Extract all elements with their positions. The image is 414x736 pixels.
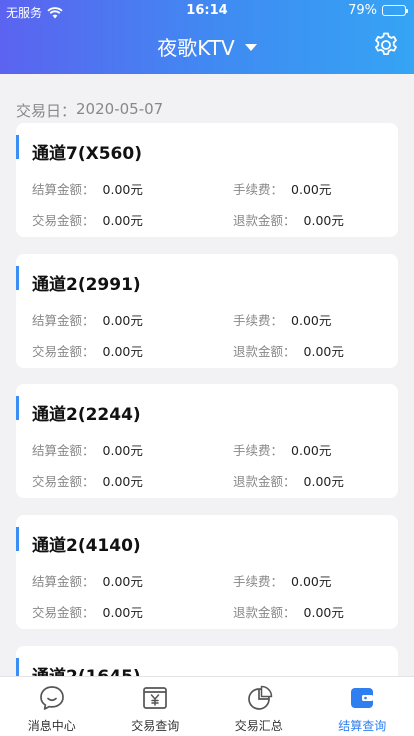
- tab-label: 结算查询: [338, 719, 387, 733]
- trade-label: 交易金额：: [32, 344, 95, 359]
- header: 无服务 16:14 79% 夜歌KTV: [0, 0, 414, 74]
- refund-amount: 0.00元: [303, 344, 344, 359]
- trade-amount: 0.00元: [102, 213, 143, 228]
- channel-title: 通道7(X560): [32, 144, 142, 164]
- tab-label: 交易查询: [131, 719, 180, 733]
- fee-label: 手续费：: [233, 574, 284, 589]
- status-bar: 无服务 16:14 79%: [0, 0, 414, 22]
- trade-date-label: 交易日：: [16, 102, 77, 120]
- settlement-list[interactable]: 交易日： 2020-05-07 通道7(X560) 结算金额： 0.00元 手续费…: [0, 74, 414, 676]
- tab-trade-query[interactable]: 交易查询: [104, 677, 208, 736]
- channel-card[interactable]: 通道2(4140) 结算金额： 0.00元 手续费： 0.00元 交易金额： 0.00…: [16, 515, 398, 629]
- battery-icon: [382, 5, 408, 16]
- card-accent-bar: [16, 396, 19, 420]
- fee-amount: 0.00元: [291, 443, 332, 458]
- chevron-down-icon: [244, 43, 257, 51]
- refund-label: 退款金额：: [233, 344, 296, 359]
- refund-label: 退款金额：: [233, 474, 296, 489]
- channel-title: 通道2(4140): [32, 536, 141, 556]
- channel-card[interactable]: 通道2(2244) 结算金额： 0.00元 手续费： 0.00元 交易金额： 0.00…: [16, 384, 398, 498]
- gear-icon[interactable]: [372, 31, 400, 59]
- fee-amount: 0.00元: [291, 313, 332, 328]
- tab-settlement-query[interactable]: 结算查询: [311, 677, 414, 736]
- refund-label: 退款金额：: [233, 213, 296, 228]
- trade-amount: 0.00元: [102, 344, 143, 359]
- settle-label: 结算金额：: [32, 574, 95, 589]
- tab-label: 交易汇总: [234, 719, 283, 733]
- fee-label: 手续费：: [233, 313, 284, 328]
- settle-label: 结算金额：: [32, 182, 95, 197]
- channel-title: 通道2(1645): [32, 662, 141, 676]
- channel-card[interactable]: 通道7(X560) 结算金额： 0.00元 手续费： 0.00元 交易金额： 0.00…: [16, 123, 398, 237]
- settle-amount: 0.00元: [102, 313, 143, 328]
- card-accent-bar: [16, 135, 19, 159]
- fee-amount: 0.00元: [291, 182, 332, 197]
- refund-amount: 0.00元: [303, 605, 344, 620]
- fee-label: 手续费：: [233, 182, 284, 197]
- trade-label: 交易金额：: [32, 474, 95, 489]
- fee-amount: 0.00元: [291, 574, 332, 589]
- card-accent-bar: [16, 527, 19, 551]
- channel-card[interactable]: 通道2(2991) 结算金额： 0.00元 手续费： 0.00元 交易金额： 0.00…: [16, 254, 398, 368]
- fee-label: 手续费：: [233, 443, 284, 458]
- wallet-icon: [351, 688, 374, 708]
- refund-amount: 0.00元: [303, 213, 344, 228]
- trade-label: 交易金额：: [32, 605, 95, 620]
- trade-amount: 0.00元: [102, 605, 143, 620]
- trade-date: 交易日： 2020-05-07: [16, 100, 163, 121]
- settle-label: 结算金额：: [32, 443, 95, 458]
- tab-messages[interactable]: 消息中心: [0, 677, 104, 736]
- message-icon: [39, 686, 64, 710]
- card-accent-bar: [16, 658, 19, 676]
- channel-title: 通道2(2244): [32, 405, 141, 425]
- channel-title: 通道2(2991): [32, 275, 141, 295]
- tab-bar: 消息中心 交易查询 交易汇总 结算查询: [0, 676, 414, 736]
- tab-trade-summary[interactable]: 交易汇总: [207, 677, 311, 736]
- card-accent-bar: [16, 266, 19, 290]
- tab-label: 消息中心: [27, 719, 76, 733]
- settle-amount: 0.00元: [102, 574, 143, 589]
- battery-percent: 79%: [348, 3, 377, 18]
- refund-label: 退款金额：: [233, 605, 296, 620]
- store-selector[interactable]: 夜歌KTV: [0, 30, 414, 62]
- trade-date-value: 2020-05-07: [76, 100, 164, 118]
- yen-receipt-icon: [143, 687, 168, 709]
- channel-card[interactable]: 通道2(1645): [16, 646, 398, 676]
- settle-amount: 0.00元: [102, 182, 143, 197]
- settle-amount: 0.00元: [102, 443, 143, 458]
- pie-chart-icon: [247, 685, 272, 710]
- settle-label: 结算金额：: [32, 313, 95, 328]
- trade-label: 交易金额：: [32, 213, 95, 228]
- refund-amount: 0.00元: [303, 474, 344, 489]
- trade-amount: 0.00元: [102, 474, 143, 489]
- page-title: 夜歌KTV: [157, 35, 235, 60]
